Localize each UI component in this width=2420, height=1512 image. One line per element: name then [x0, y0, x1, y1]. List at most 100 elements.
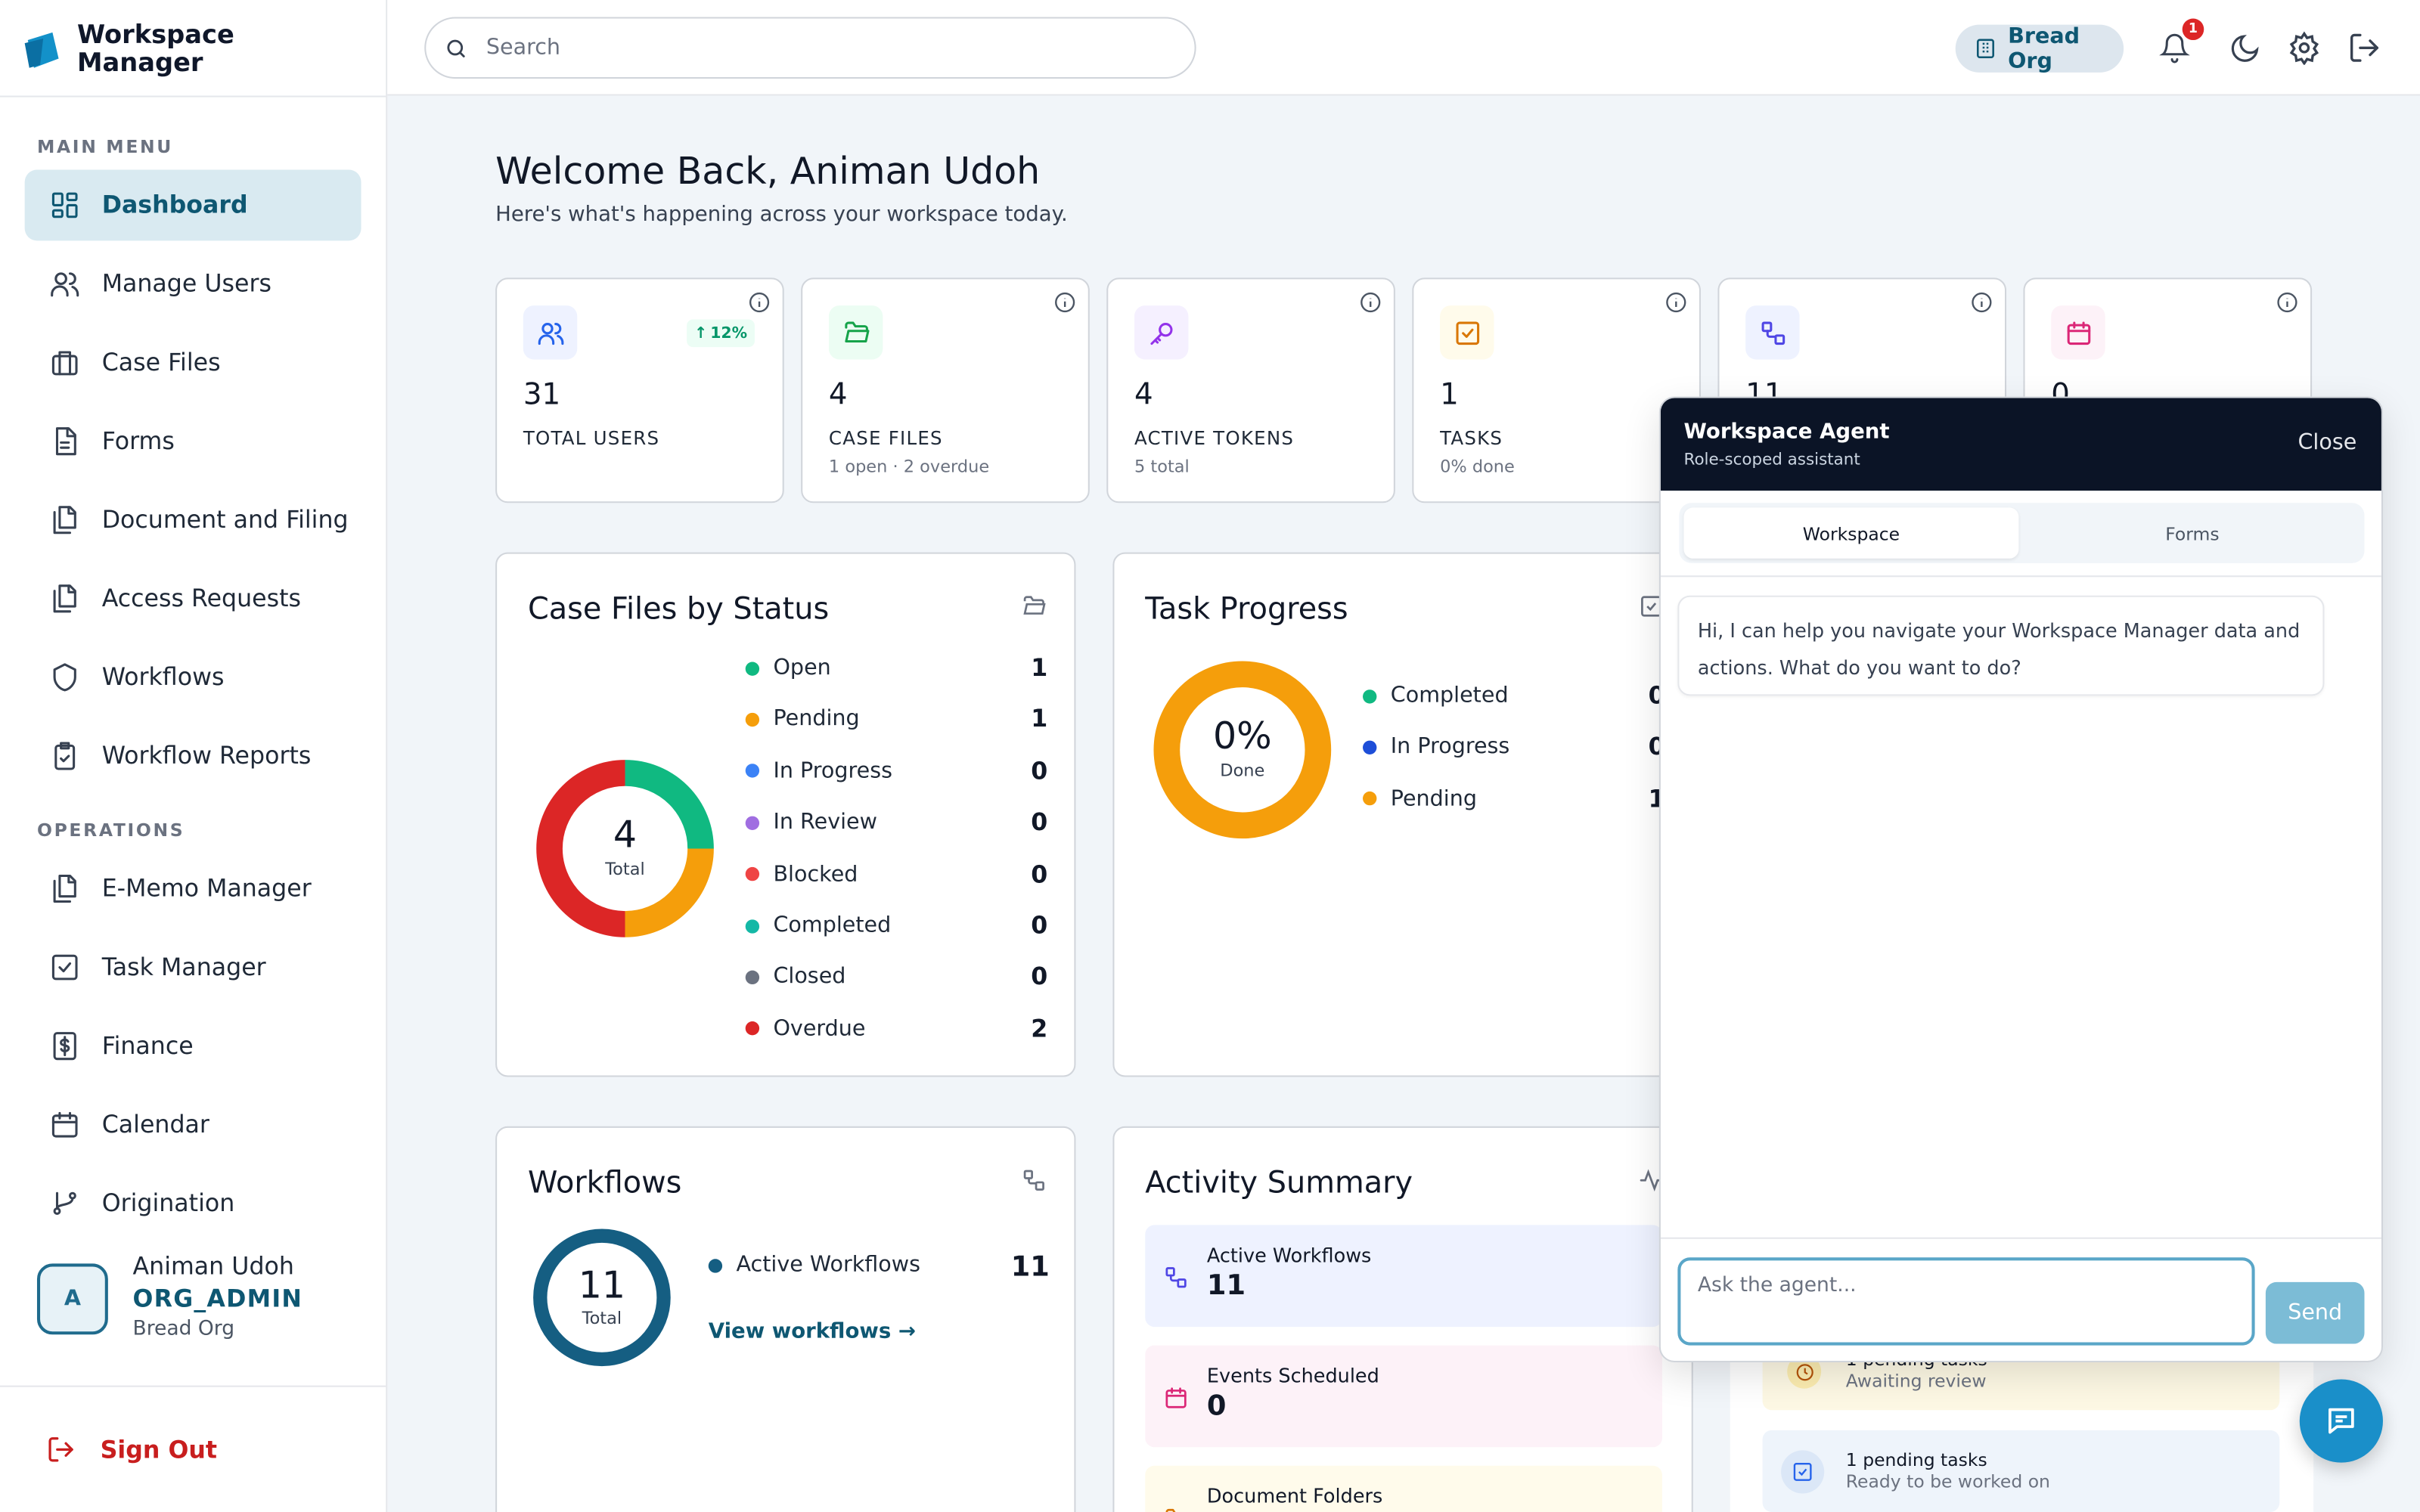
- sidebar-item-label: Case Files: [101, 349, 221, 376]
- stat-card[interactable]: 4 CASE FILES 1 open · 2 overdue: [801, 277, 1090, 503]
- user-profile[interactable]: A Animan Udoh ORG_ADMIN Bread Org: [36, 1253, 303, 1340]
- sidebar-item-task-manager[interactable]: Task Manager: [25, 932, 361, 1003]
- user-name: Animan Udoh: [132, 1253, 294, 1281]
- agent-message: Hi, I can help you navigate your Workspa…: [1677, 595, 2325, 696]
- agent-input[interactable]: Ask the agent...: [1677, 1257, 2255, 1346]
- legend-item: In Review: [745, 810, 878, 835]
- task-progress-title: Task Progress: [1145, 590, 1348, 627]
- agent-title: Workspace Agent: [1683, 420, 1890, 445]
- search-input[interactable]: Search: [424, 17, 1196, 79]
- sidebar-item-dashboard[interactable]: Dashboard: [24, 169, 361, 241]
- activity-item[interactable]: Events Scheduled 0: [1145, 1345, 1662, 1448]
- sidebar-item-label: Document and Filing: [101, 506, 349, 534]
- stat-card[interactable]: 4 ACTIVE TOKENS 5 total: [1106, 277, 1395, 503]
- agent-close-button[interactable]: Close: [2297, 430, 2356, 455]
- briefcase-icon: [49, 347, 80, 378]
- moon-icon[interactable]: [2227, 31, 2261, 65]
- sidebar-item-finance[interactable]: Finance: [25, 1011, 361, 1082]
- app-title: Workspace Manager: [77, 20, 234, 78]
- stat-card[interactable]: 1 TASKS 0% done: [1412, 277, 1701, 503]
- info-icon[interactable]: [1971, 292, 1993, 314]
- legend-label: Blocked: [773, 861, 858, 887]
- legend-label: In Review: [773, 810, 878, 835]
- workflows-total-label: Total: [582, 1308, 622, 1329]
- legend-label: Completed: [1390, 683, 1509, 708]
- tab-forms[interactable]: Forms: [2025, 507, 2360, 558]
- workflow-icon: [1758, 318, 1786, 346]
- stat-sub: 0% done: [1440, 457, 1515, 477]
- stat-card[interactable]: 31 TOTAL USERS ↑ 12%: [495, 277, 784, 503]
- sidebar-item-label: Forms: [101, 427, 175, 456]
- case-files-total-label: Total: [605, 859, 645, 880]
- gear-icon[interactable]: [2287, 31, 2321, 65]
- workflow-icon[interactable]: [1022, 1168, 1047, 1193]
- legend-item: Completed: [745, 913, 891, 938]
- stat-value: 4: [828, 377, 848, 412]
- brand[interactable]: Workspace Manager: [22, 20, 234, 78]
- sidebar-item-case-files[interactable]: Case Files: [25, 327, 361, 398]
- sidebar-item-label: Origination: [101, 1189, 235, 1218]
- folder-open-icon: [842, 318, 870, 346]
- send-button[interactable]: Send: [2265, 1281, 2365, 1344]
- sidebar-item-workflow-reports[interactable]: Workflow Reports: [25, 720, 361, 792]
- activity-item[interactable]: Document Folders: [1145, 1465, 1662, 1512]
- sidebar-item-calendar[interactable]: Calendar: [25, 1089, 361, 1160]
- sidebar-item-access-requests[interactable]: Access Requests: [25, 563, 361, 634]
- info-icon[interactable]: [1054, 292, 1076, 314]
- sidebar-item-label: Finance: [101, 1032, 194, 1061]
- legend-label: In Progress: [1390, 735, 1510, 760]
- sidebar-item-label: Dashboard: [101, 191, 248, 219]
- stat-sub: 1 open · 2 overdue: [828, 457, 990, 477]
- legend-value: 0: [1031, 963, 1048, 991]
- view-workflows-link[interactable]: View workflows →: [709, 1319, 916, 1344]
- activity-title: Activity Summary: [1145, 1164, 1413, 1201]
- pending-sub: Awaiting review: [1845, 1370, 1987, 1392]
- sidebar-item-label: Calendar: [101, 1111, 209, 1139]
- stat-label: ACTIVE TOKENS: [1134, 427, 1295, 449]
- folder-icon: [1164, 1506, 1189, 1512]
- task-done-label: Done: [1220, 761, 1265, 781]
- agent-header: Workspace Agent Role-scoped assistant Cl…: [1660, 398, 2381, 491]
- info-icon[interactable]: [2276, 292, 2298, 314]
- legend-item: Overdue: [745, 1016, 866, 1042]
- calendar-icon: [49, 1109, 80, 1140]
- legend-item: Completed: [1363, 683, 1509, 708]
- activity-label: Events Scheduled: [1206, 1364, 1379, 1387]
- legend-label: Open: [773, 655, 831, 680]
- operations-label: OPERATIONS: [36, 819, 185, 841]
- stat-value: 4: [1134, 377, 1153, 412]
- agent-subtitle: Role-scoped assistant: [1683, 450, 1860, 469]
- stat-value: 1: [1440, 377, 1459, 412]
- info-icon[interactable]: [749, 292, 771, 314]
- page-subtitle: Here's what's happening across your work…: [495, 202, 1068, 227]
- legend-label: Overdue: [773, 1016, 866, 1042]
- building-icon: [1974, 37, 1997, 60]
- chat-icon: [2324, 1404, 2358, 1438]
- activity-value: 11: [1206, 1269, 1246, 1303]
- sidebar-item-origination[interactable]: Origination: [25, 1168, 361, 1239]
- tab-workspace[interactable]: Workspace: [1683, 507, 2019, 559]
- stat-label: TASKS: [1440, 427, 1503, 449]
- sidebar-item-forms[interactable]: Forms: [25, 406, 361, 477]
- sidebar-item-e-memo-manager[interactable]: E-Memo Manager: [25, 854, 361, 925]
- sign-out-button[interactable]: Sign Out: [46, 1435, 217, 1464]
- documents-icon: [49, 583, 80, 614]
- pending-ready[interactable]: 1 pending tasks Ready to be worked on: [1762, 1430, 2280, 1512]
- main-menu-label: MAIN MENU: [36, 135, 174, 158]
- task-progress-panel: Task Progress 0% Done Completed 0 In Progr…: [1112, 552, 1693, 1077]
- info-icon[interactable]: [1360, 292, 1382, 314]
- user-role: ORG_ADMIN: [132, 1284, 303, 1313]
- info-icon[interactable]: [1665, 292, 1687, 314]
- activity-label: Active Workflows: [1206, 1243, 1372, 1267]
- folder-open-icon[interactable]: [1022, 594, 1047, 619]
- activity-item[interactable]: Active Workflows 11: [1145, 1225, 1662, 1328]
- chat-fab-button[interactable]: [2299, 1379, 2383, 1463]
- sidebar-item-manage-users[interactable]: Manage Users: [25, 249, 361, 320]
- org-switcher[interactable]: Bread Org: [1955, 24, 2124, 73]
- stat-icon-box: [1745, 305, 1800, 360]
- sidebar-item-workflows[interactable]: Workflows: [25, 642, 361, 713]
- legend-value: 1: [1031, 654, 1048, 683]
- calendar-icon: [2065, 318, 2093, 346]
- sidebar-item-document-and-filing[interactable]: Document and Filing: [25, 485, 361, 556]
- logout-icon[interactable]: [2347, 31, 2381, 65]
